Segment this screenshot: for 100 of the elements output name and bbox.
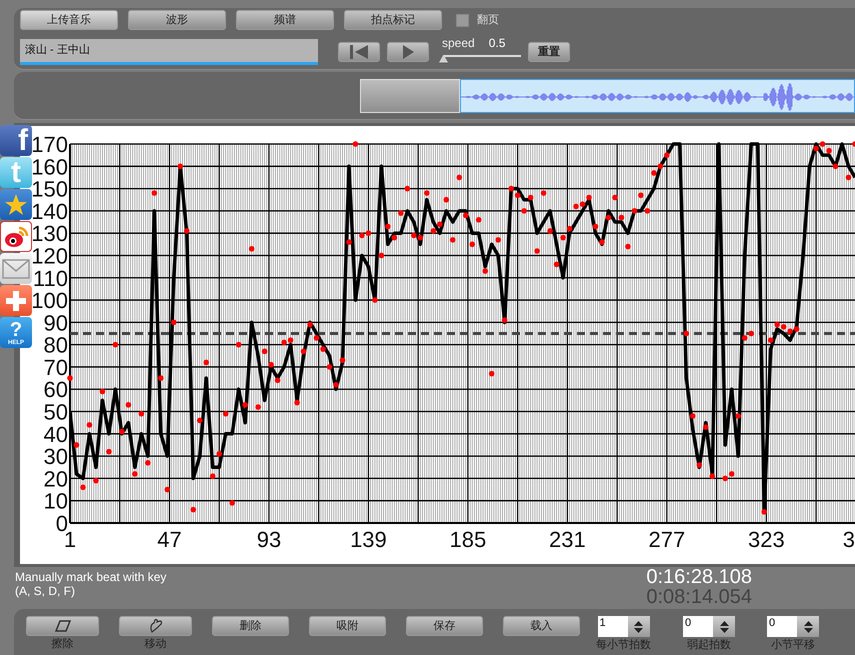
beat-point[interactable] bbox=[580, 201, 586, 207]
beat-point[interactable] bbox=[514, 192, 520, 198]
beat-point[interactable] bbox=[326, 364, 332, 370]
beat-point[interactable] bbox=[612, 194, 618, 200]
beat-point[interactable] bbox=[462, 212, 469, 218]
beat-point[interactable] bbox=[554, 262, 560, 268]
beat-point[interactable] bbox=[74, 442, 80, 448]
play-icon bbox=[400, 44, 416, 60]
beat-point[interactable] bbox=[93, 478, 99, 484]
beat-point[interactable] bbox=[592, 224, 598, 230]
beat-point[interactable] bbox=[644, 208, 650, 214]
beat-point[interactable] bbox=[366, 230, 372, 236]
beat-point[interactable] bbox=[761, 509, 767, 515]
mail-icon[interactable] bbox=[0, 253, 32, 284]
eraser-button[interactable] bbox=[26, 616, 99, 636]
tool-label: 移动 bbox=[144, 637, 166, 652]
beat-point[interactable] bbox=[398, 210, 404, 216]
beat-point[interactable] bbox=[138, 410, 144, 417]
tool-button[interactable]: 删除 bbox=[212, 616, 289, 636]
beat-point[interactable] bbox=[229, 500, 235, 506]
tab[interactable]: 波形 bbox=[128, 10, 226, 30]
beat-point[interactable] bbox=[566, 226, 572, 232]
beat-point[interactable] bbox=[658, 164, 664, 170]
beat-point[interactable] bbox=[852, 141, 855, 147]
beat-point[interactable] bbox=[586, 194, 592, 200]
beat-point[interactable] bbox=[722, 476, 728, 482]
plus-icon[interactable] bbox=[0, 285, 32, 316]
beat-point[interactable] bbox=[196, 418, 203, 424]
tool-button[interactable]: 吸附 bbox=[309, 616, 386, 636]
beat-point[interactable] bbox=[502, 317, 508, 323]
beat-point[interactable] bbox=[820, 141, 826, 147]
beat-point[interactable] bbox=[632, 208, 638, 214]
beat-point[interactable] bbox=[748, 330, 754, 336]
beat-point[interactable] bbox=[158, 375, 164, 381]
beat-point[interactable] bbox=[794, 326, 800, 332]
beat-point[interactable] bbox=[411, 232, 417, 238]
beat-point[interactable] bbox=[385, 224, 391, 230]
beat-point[interactable] bbox=[813, 146, 819, 152]
beat-point[interactable] bbox=[742, 335, 748, 341]
beat-point[interactable] bbox=[346, 239, 352, 245]
beat-point[interactable] bbox=[664, 152, 670, 158]
beat-point[interactable] bbox=[787, 328, 793, 334]
beat-point[interactable] bbox=[314, 335, 320, 341]
beat-point[interactable] bbox=[437, 221, 443, 228]
beat-point[interactable] bbox=[352, 141, 358, 147]
beat-point[interactable] bbox=[378, 252, 384, 258]
beat-point[interactable] bbox=[300, 348, 306, 354]
beat-point[interactable] bbox=[690, 413, 696, 419]
weibo-icon[interactable] bbox=[0, 221, 32, 252]
beat-point[interactable] bbox=[651, 170, 657, 176]
tool-button[interactable]: 保存 bbox=[406, 616, 483, 636]
song-field[interactable]: 滚山 - 王中山 bbox=[20, 39, 318, 65]
beat-point[interactable] bbox=[294, 400, 300, 406]
beat-point[interactable] bbox=[768, 337, 774, 343]
beat-point[interactable] bbox=[599, 239, 605, 245]
speed-slider[interactable] bbox=[439, 52, 521, 62]
beat-point[interactable] bbox=[184, 228, 190, 234]
tool-button[interactable]: 载入 bbox=[503, 616, 580, 636]
beat-point[interactable] bbox=[178, 164, 184, 170]
beat-point[interactable] bbox=[392, 234, 398, 240]
beat-point[interactable] bbox=[735, 413, 742, 419]
beat-point[interactable] bbox=[210, 473, 216, 479]
beat-point[interactable] bbox=[418, 234, 424, 240]
beat-point[interactable] bbox=[268, 362, 274, 368]
beat-point[interactable] bbox=[359, 232, 365, 238]
beat-point[interactable] bbox=[222, 410, 228, 417]
beat-point[interactable] bbox=[164, 486, 170, 492]
beat-point[interactable] bbox=[320, 346, 326, 352]
beat-point[interactable] bbox=[171, 320, 177, 326]
beat-point[interactable] bbox=[372, 297, 378, 303]
tab[interactable]: 拍点标记 bbox=[344, 10, 442, 30]
beat-point[interactable] bbox=[832, 164, 838, 170]
beat-point[interactable] bbox=[340, 357, 346, 364]
page-turn-checkbox[interactable] bbox=[456, 14, 469, 26]
beat-point[interactable] bbox=[430, 228, 436, 234]
beat-point[interactable] bbox=[333, 382, 339, 388]
facebook-icon[interactable]: f bbox=[0, 125, 32, 156]
beat-point[interactable] bbox=[67, 375, 73, 381]
beat-point[interactable] bbox=[216, 451, 222, 457]
beat-point[interactable] bbox=[528, 194, 534, 200]
beat-point[interactable] bbox=[684, 330, 690, 336]
beat-point[interactable] bbox=[307, 322, 313, 328]
beat-point[interactable] bbox=[696, 462, 702, 468]
tab[interactable]: 频谱 bbox=[236, 10, 334, 30]
beat-point[interactable] bbox=[774, 322, 780, 328]
beat-point[interactable] bbox=[508, 186, 514, 192]
beat-point[interactable] bbox=[702, 424, 709, 430]
hand-button[interactable] bbox=[119, 616, 192, 636]
waveform-drawing[interactable] bbox=[460, 78, 855, 112]
beat-point[interactable] bbox=[100, 388, 106, 394]
beat-point[interactable] bbox=[606, 214, 612, 220]
beat-point[interactable] bbox=[242, 402, 248, 408]
skip-back-button[interactable] bbox=[338, 42, 380, 62]
play-button[interactable] bbox=[387, 42, 429, 62]
beat-point[interactable] bbox=[281, 340, 287, 346]
beat-point[interactable] bbox=[709, 473, 716, 479]
tab[interactable]: 上传音乐 bbox=[20, 10, 118, 30]
beat-point[interactable] bbox=[274, 378, 280, 384]
reset-button[interactable]: 重置 bbox=[528, 42, 570, 62]
beat-point[interactable] bbox=[547, 228, 553, 234]
